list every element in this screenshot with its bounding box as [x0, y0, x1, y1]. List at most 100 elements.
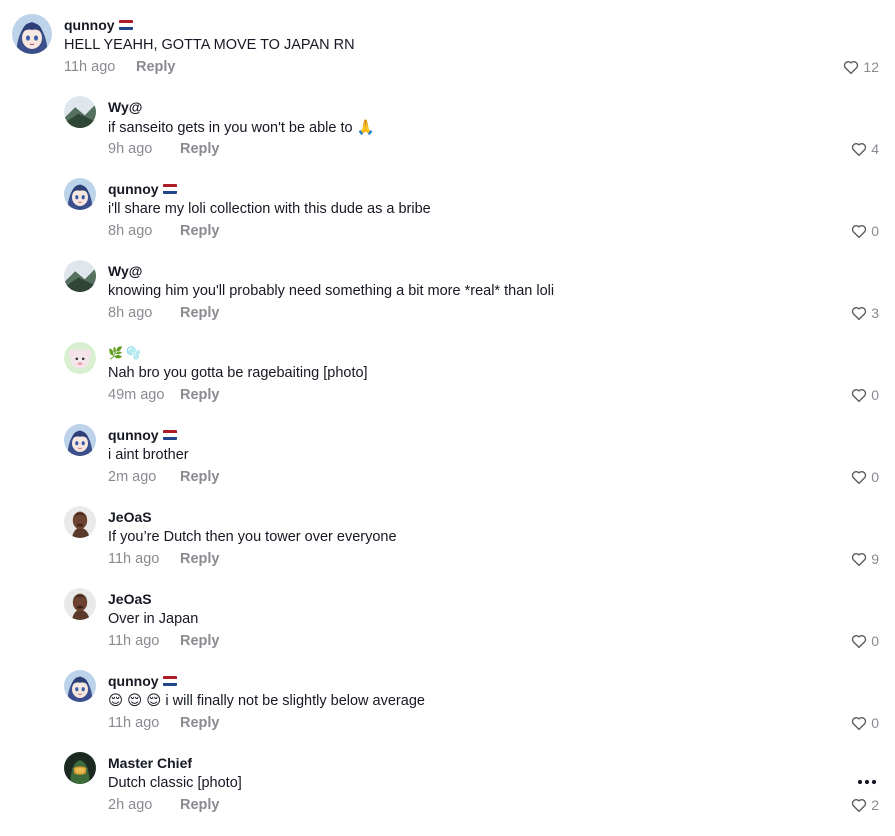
- reply-button[interactable]: Reply: [180, 633, 220, 649]
- netherlands-flag-icon: [162, 676, 177, 686]
- name-row: 🌿 🫧: [108, 344, 141, 362]
- avatar[interactable]: [64, 424, 96, 456]
- reply-button[interactable]: Reply: [180, 469, 220, 485]
- avatar[interactable]: [64, 588, 96, 620]
- comment-text: i aint brother: [108, 447, 189, 463]
- reply-button[interactable]: Reply: [180, 715, 220, 731]
- comment-meta: 11h ago Reply: [108, 633, 220, 649]
- reply-comment: qunnoy i aint brother 2m ago Reply 0: [0, 410, 895, 490]
- netherlands-flag-icon: [118, 20, 133, 30]
- like-button[interactable]: 0: [850, 386, 879, 404]
- timestamp: 2m ago: [108, 469, 157, 485]
- reply-button[interactable]: Reply: [180, 223, 220, 239]
- reply-comment: qunnoy i'll share my loli collection wit…: [0, 164, 895, 244]
- comment-text: 😌 😌 😌 i will finally not be slightly bel…: [108, 693, 425, 709]
- like-count: 0: [871, 469, 879, 485]
- username[interactable]: qunnoy: [64, 17, 115, 33]
- netherlands-flag-icon: [162, 430, 177, 440]
- like-count: 9: [871, 551, 879, 567]
- comment-text: HELL YEAHH, GOTTA MOVE TO JAPAN RN: [64, 37, 355, 53]
- like-count: 2: [871, 797, 879, 813]
- name-row: qunnoy: [108, 672, 177, 690]
- like-count: 0: [871, 387, 879, 403]
- comment-text: Dutch classic [photo]: [108, 775, 242, 791]
- heart-icon: [852, 553, 867, 567]
- avatar[interactable]: [12, 14, 52, 54]
- netherlands-flag-icon: [162, 184, 177, 194]
- username[interactable]: Wy@: [108, 263, 142, 279]
- heart-icon: [852, 635, 867, 649]
- heart-icon: [852, 143, 867, 157]
- heart-icon: [852, 471, 867, 485]
- reply-comment: JeOaS If you’re Dutch then you tower ove…: [0, 492, 895, 572]
- avatar[interactable]: [64, 260, 96, 292]
- reply-comment: Master Chief Dutch classic [photo] 2h ag…: [0, 738, 895, 818]
- comment-meta: 11h ago Reply: [108, 551, 220, 567]
- name-row: Wy@: [108, 262, 142, 280]
- username[interactable]: qunnoy: [108, 673, 159, 689]
- comment-meta: 8h ago Reply: [108, 305, 220, 321]
- avatar[interactable]: [64, 670, 96, 702]
- username[interactable]: Master Chief: [108, 755, 192, 771]
- heart-icon: [852, 389, 867, 403]
- like-count: 0: [871, 715, 879, 731]
- like-count: 3: [871, 305, 879, 321]
- reply-comment: JeOaS Over in Japan 11h ago Reply 0: [0, 574, 895, 654]
- reply-button[interactable]: Reply: [180, 387, 220, 403]
- like-button[interactable]: 0: [850, 714, 879, 732]
- comment-meta: 49m ago Reply: [108, 387, 220, 403]
- timestamp: 2h ago: [108, 797, 153, 813]
- reply-button[interactable]: Reply: [180, 551, 220, 567]
- reply-comment: Wy@ knowing him you'll probably need som…: [0, 246, 895, 326]
- timestamp: 9h ago: [108, 141, 153, 157]
- heart-icon: [852, 225, 867, 239]
- like-button[interactable]: 0: [850, 632, 879, 650]
- username[interactable]: qunnoy: [108, 181, 159, 197]
- like-button[interactable]: 0: [850, 468, 879, 486]
- like-button[interactable]: 4: [850, 140, 879, 158]
- reply-button[interactable]: Reply: [136, 59, 176, 75]
- reply-button[interactable]: Reply: [180, 305, 220, 321]
- like-button[interactable]: 3: [850, 304, 879, 322]
- like-count: 0: [871, 223, 879, 239]
- like-button[interactable]: 12: [842, 58, 879, 76]
- reply-comment: Wy@ if sanseito gets in you won't be abl…: [0, 82, 895, 162]
- like-button[interactable]: 9: [850, 550, 879, 568]
- timestamp: 11h ago: [108, 551, 160, 567]
- name-row: qunnoy: [64, 16, 133, 34]
- comment-meta: 11h ago Reply: [108, 715, 220, 731]
- username[interactable]: JeOaS: [108, 509, 152, 525]
- name-row: qunnoy: [108, 426, 177, 444]
- more-options-icon: [857, 779, 877, 785]
- username[interactable]: Wy@: [108, 99, 142, 115]
- avatar[interactable]: [64, 506, 96, 538]
- username[interactable]: 🌿 🫧: [108, 346, 141, 360]
- comment-meta: 2h ago Reply: [108, 797, 220, 813]
- like-button[interactable]: 0: [850, 222, 879, 240]
- username[interactable]: JeOaS: [108, 591, 152, 607]
- avatar[interactable]: [64, 342, 96, 374]
- reply-button[interactable]: Reply: [180, 797, 220, 813]
- heart-icon: [844, 61, 859, 75]
- avatar[interactable]: [64, 96, 96, 128]
- reply-button[interactable]: Reply: [180, 141, 220, 157]
- comment-meta: 11h ago Reply: [64, 59, 176, 75]
- avatar[interactable]: [64, 752, 96, 784]
- like-button[interactable]: 2: [850, 796, 879, 814]
- comment-text: Nah bro you gotta be ragebaiting [photo]: [108, 365, 368, 381]
- comment: qunnoy HELL YEAHH, GOTTA MOVE TO JAPAN R…: [0, 0, 895, 80]
- username[interactable]: qunnoy: [108, 427, 159, 443]
- avatar[interactable]: [64, 178, 96, 210]
- like-count: 12: [863, 59, 879, 75]
- comment-text: if sanseito gets in you won't be able to…: [108, 120, 375, 136]
- name-row: qunnoy: [108, 180, 177, 198]
- comment-meta: 2m ago Reply: [108, 469, 220, 485]
- heart-icon: [852, 799, 867, 813]
- timestamp: 11h ago: [64, 59, 116, 75]
- reply-comment: qunnoy 😌 😌 😌 i will finally not be sligh…: [0, 656, 895, 736]
- comment-text: If you’re Dutch then you tower over ever…: [108, 529, 397, 545]
- like-count: 4: [871, 141, 879, 157]
- more-options-button[interactable]: [857, 772, 877, 790]
- name-row: Master Chief: [108, 754, 192, 772]
- comment-text: knowing him you'll probably need somethi…: [108, 283, 555, 299]
